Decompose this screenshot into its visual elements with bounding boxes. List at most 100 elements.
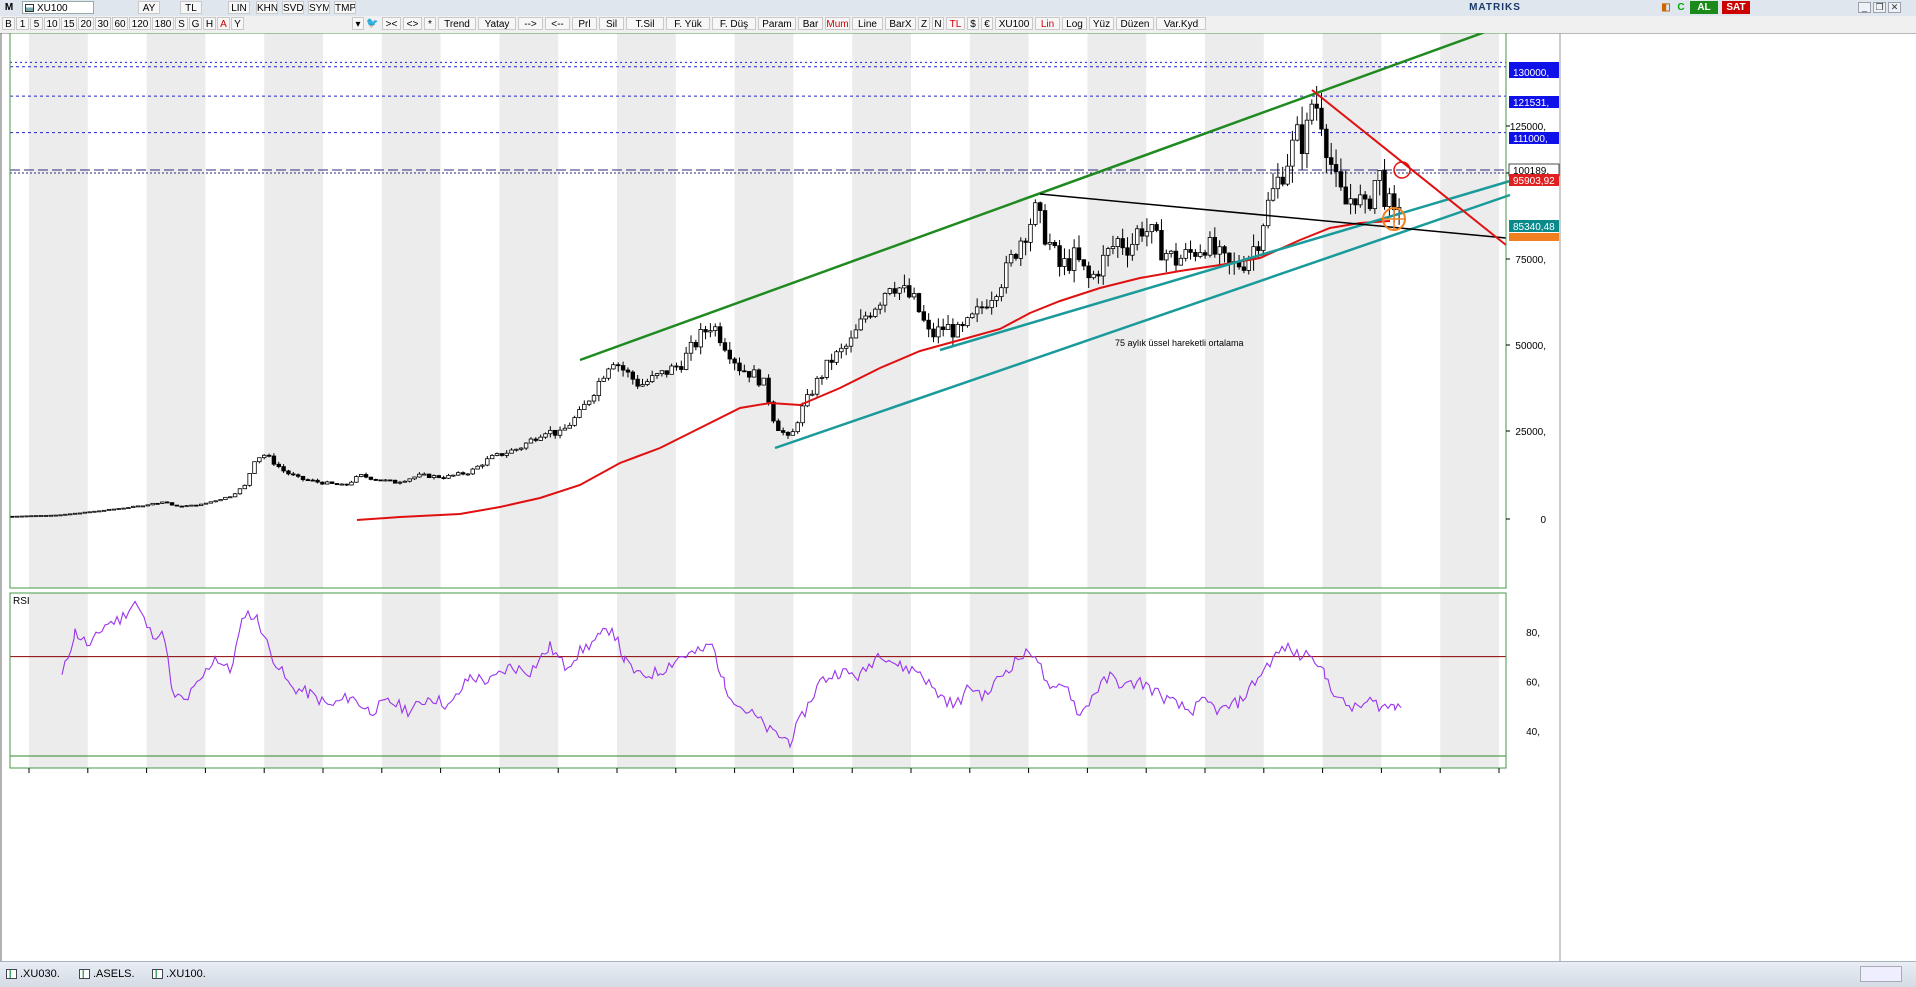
tool-tl-button[interactable]: TL: [946, 17, 965, 30]
candle-body: [839, 347, 844, 353]
candle-body: [863, 315, 868, 320]
tool-f-yük-button[interactable]: F. Yük: [666, 17, 710, 30]
candle-body: [586, 400, 592, 405]
symbol-selector[interactable]: XU100: [22, 1, 94, 14]
candle-body: [24, 515, 29, 518]
range-khn-button[interactable]: KHN: [256, 1, 278, 14]
price-axis-label: 25000,: [1515, 427, 1546, 438]
candle-body: [1188, 249, 1193, 253]
tool-yüz-button[interactable]: Yüz: [1089, 17, 1114, 30]
refresh-orange-icon[interactable]: ◧: [1660, 1, 1672, 14]
range-ay-button[interactable]: AY: [138, 1, 160, 14]
tool-var-kyd-button[interactable]: Var.Kyd: [1156, 17, 1206, 30]
period-180-button[interactable]: 180: [152, 17, 174, 30]
candle-body: [417, 473, 422, 478]
range-sym-button[interactable]: SYM: [308, 1, 330, 14]
range-svd-button[interactable]: SVD: [282, 1, 304, 14]
tool---button[interactable]: €: [981, 17, 993, 30]
tool-xu100-button[interactable]: XU100: [995, 17, 1033, 30]
candle-body: [1387, 193, 1392, 207]
candle-body: [1062, 258, 1067, 267]
period-y-button[interactable]: Y: [231, 17, 244, 30]
period-s-button[interactable]: S: [175, 17, 188, 30]
candle-body: [121, 507, 126, 510]
year-band: [264, 33, 323, 588]
candle-body: [1241, 266, 1247, 271]
candle-body: [945, 324, 951, 330]
candle-body: [572, 417, 577, 426]
taskbar-tab[interactable]: .XU100.: [150, 967, 206, 982]
tool-bar-button[interactable]: Bar: [798, 17, 823, 30]
period-g-button[interactable]: G: [189, 17, 202, 30]
candle-body: [601, 377, 606, 382]
tool-z-button[interactable]: Z: [918, 17, 930, 30]
candle-body: [926, 319, 931, 330]
candle-body: [436, 475, 441, 478]
sat-sell-button[interactable]: SAT: [1722, 1, 1750, 14]
candle-body: [29, 515, 34, 518]
candle-body: [14, 515, 20, 518]
tool---button[interactable]: ><: [382, 17, 401, 30]
taskbar-tab[interactable]: .ASELS.: [77, 967, 135, 982]
al-buy-button[interactable]: AL: [1690, 1, 1718, 14]
tool---button[interactable]: <>: [403, 17, 422, 30]
period-1-button[interactable]: 1: [16, 17, 29, 30]
candle-body: [1125, 247, 1130, 256]
candle-body: [984, 306, 990, 309]
tool---button[interactable]: -->: [518, 17, 543, 30]
candle-body: [494, 453, 500, 456]
period-15-button[interactable]: 15: [61, 17, 77, 30]
tool-barx-button[interactable]: BarX: [885, 17, 916, 30]
tool-line-button[interactable]: Line: [852, 17, 883, 30]
candle-body: [460, 472, 466, 475]
period-10-button[interactable]: 10: [44, 17, 60, 30]
tool-param-button[interactable]: Param: [758, 17, 796, 30]
chart-area[interactable]: 75 aylık üssel hareketli ortalama RSI 80,…: [0, 21, 1916, 961]
period-h-button[interactable]: H: [203, 17, 216, 30]
candle-body: [1207, 237, 1213, 256]
candle-body: [257, 457, 262, 463]
tool---button[interactable]: *: [424, 17, 436, 30]
period-b-button[interactable]: B: [2, 17, 15, 30]
tool-sil-button[interactable]: Sil: [599, 17, 624, 30]
cycle-icon[interactable]: C: [1675, 1, 1687, 14]
tool-yatay-button[interactable]: Yatay: [478, 17, 516, 30]
tool---button[interactable]: $: [967, 17, 979, 30]
period-60-button[interactable]: 60: [112, 17, 128, 30]
period-20-button[interactable]: 20: [78, 17, 94, 30]
menu-button[interactable]: M: [2, 1, 16, 14]
period-5-button[interactable]: 5: [30, 17, 43, 30]
dropdown-arrow-icon[interactable]: ▾: [352, 17, 364, 30]
twitter-icon[interactable]: 🐦: [366, 17, 378, 30]
tool-mum-button[interactable]: Mum: [825, 17, 850, 30]
period-120-button[interactable]: 120: [129, 17, 151, 30]
tool-prl-button[interactable]: Prl: [572, 17, 597, 30]
candle-body: [751, 369, 757, 378]
tool---button[interactable]: <--: [545, 17, 570, 30]
tool-t-sil-button[interactable]: T.Sil: [626, 17, 664, 30]
candle-body: [645, 381, 650, 385]
taskbar-scroll[interactable]: [1860, 966, 1902, 982]
period-30-button[interactable]: 30: [95, 17, 111, 30]
restore-icon[interactable]: ❐: [1873, 2, 1886, 13]
year-band: [29, 33, 88, 588]
period-a-button[interactable]: A: [217, 17, 230, 30]
price-axis-label: 125000,: [1510, 122, 1546, 133]
range-tmp-button[interactable]: TMP: [334, 1, 356, 14]
candle-body: [111, 508, 117, 511]
candle-body: [34, 515, 39, 518]
candle-body: [1013, 254, 1019, 259]
candle-body: [950, 324, 956, 338]
range-lin-button[interactable]: LIN: [228, 1, 250, 14]
tool-n-button[interactable]: N: [932, 17, 944, 30]
range-tl-button[interactable]: TL: [180, 1, 202, 14]
tool-log-button[interactable]: Log: [1062, 17, 1087, 30]
taskbar-tab[interactable]: .XU030.: [4, 967, 60, 982]
minimize-icon[interactable]: _: [1858, 2, 1871, 13]
tool-trend-button[interactable]: Trend: [438, 17, 476, 30]
candle-body: [160, 501, 165, 504]
tool-f-düş-button[interactable]: F. Düş: [712, 17, 756, 30]
tool-lin-button[interactable]: Lin: [1035, 17, 1060, 30]
close-icon[interactable]: ✕: [1888, 2, 1901, 13]
tool-düzen-button[interactable]: Düzen: [1116, 17, 1154, 30]
